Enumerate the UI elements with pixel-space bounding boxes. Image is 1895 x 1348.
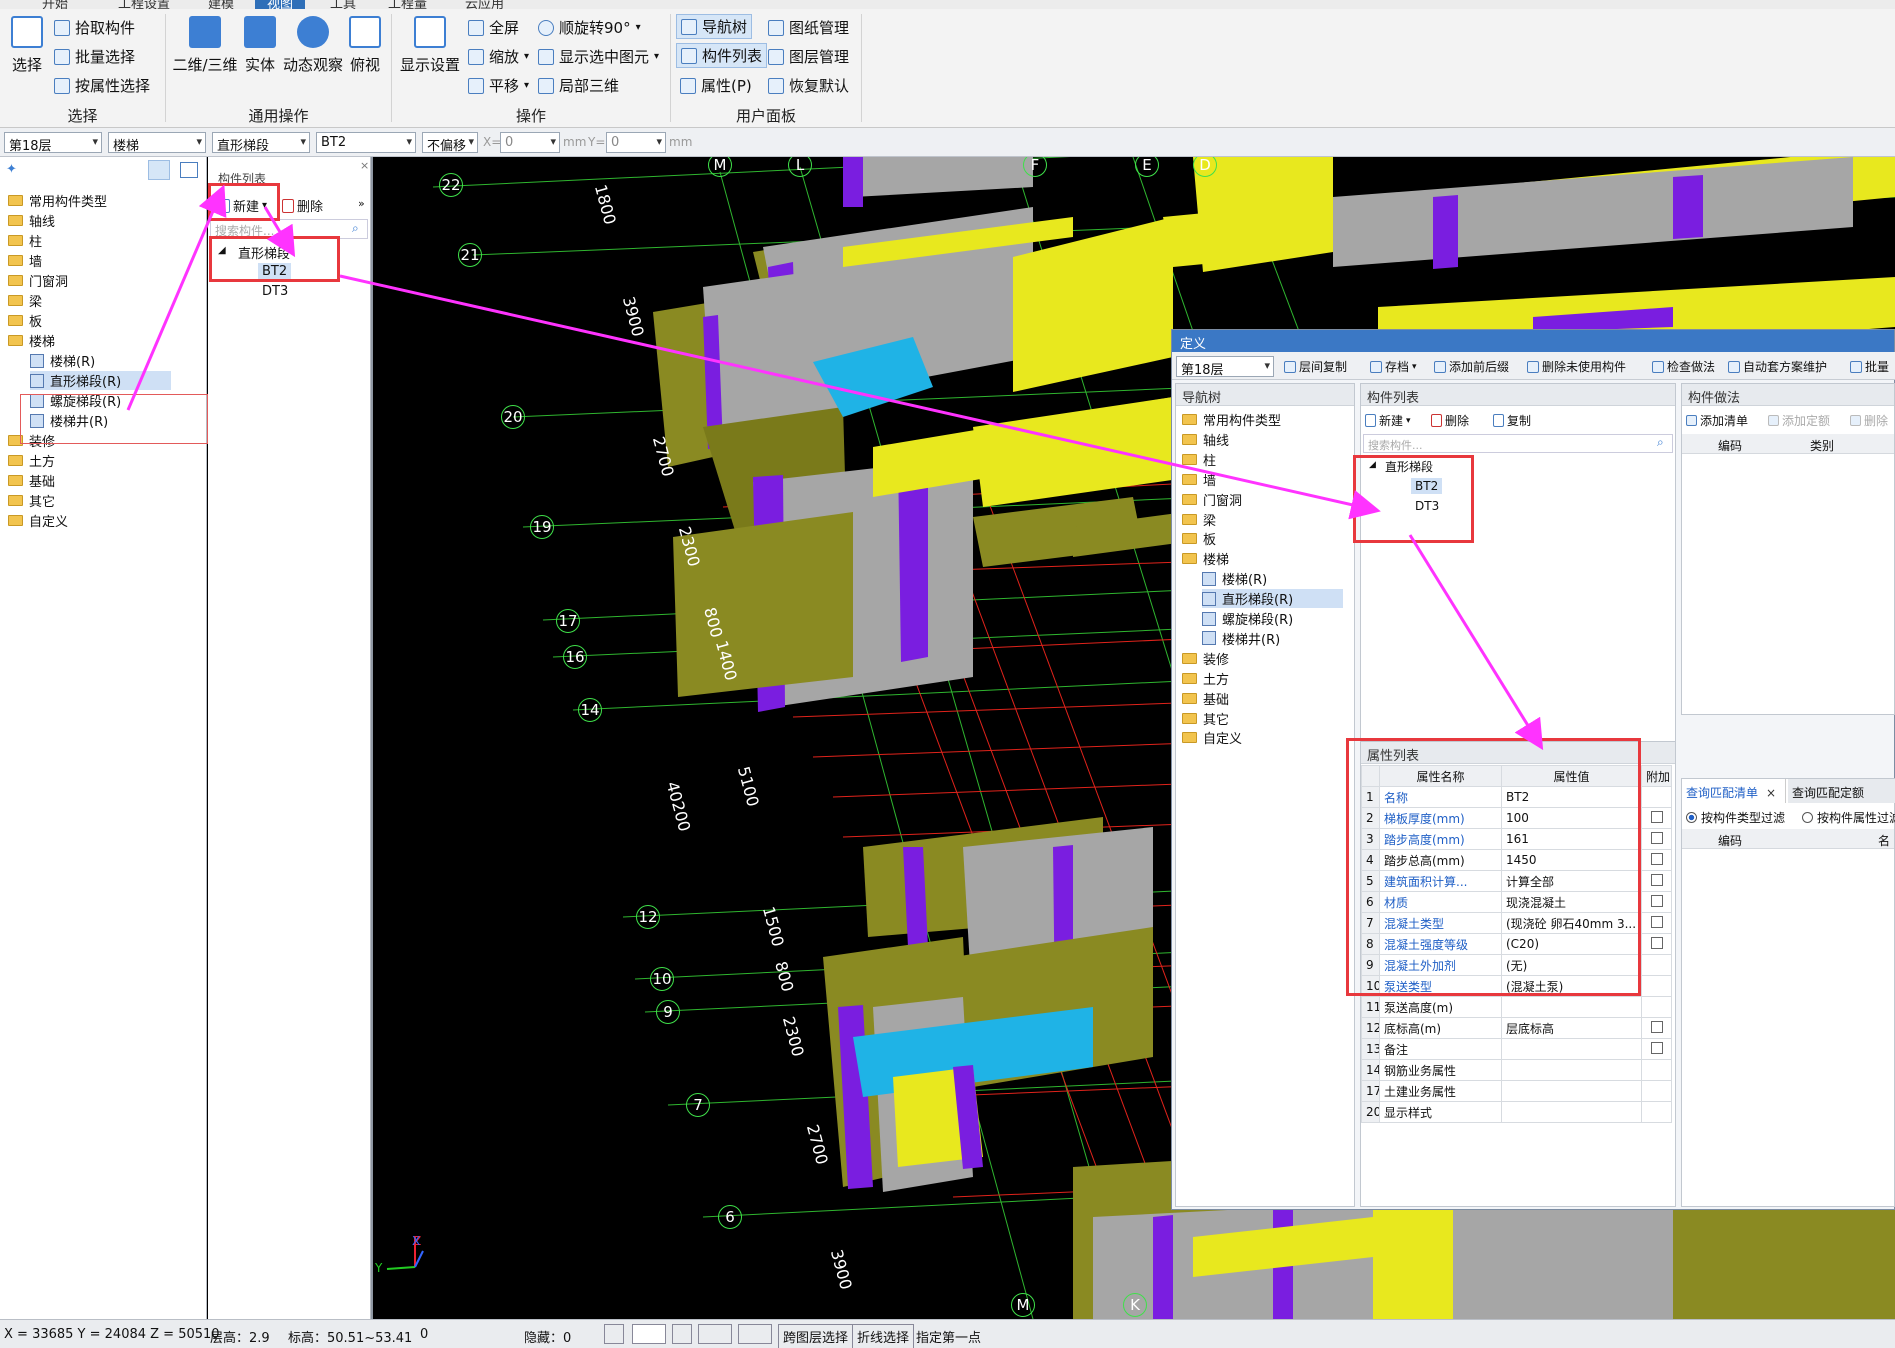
select-mode-icon[interactable] — [632, 1324, 666, 1344]
status-floor-height: 层高：2.9 — [210, 1331, 270, 1346]
snap-icon[interactable] — [604, 1324, 624, 1344]
angle-icon[interactable] — [698, 1324, 732, 1344]
arrow-item-to-dialog — [339, 274, 1381, 520]
status-hidden: 隐藏：0 — [524, 1331, 572, 1346]
arrow-new-to-item — [263, 206, 296, 258]
cross-icon[interactable] — [672, 1324, 692, 1344]
arrow-tree-to-new — [126, 184, 227, 411]
offset-icon[interactable] — [738, 1324, 772, 1344]
status-zero: 0 — [420, 1327, 429, 1342]
annotation-arrows — [126, 184, 1544, 751]
status-prompt: 指定第一点 — [916, 1331, 982, 1346]
status-bar: X = 33685 Y = 24084 Z = 50510 层高：2.9 标高：… — [0, 1319, 1895, 1348]
arrow-list-to-props — [1408, 534, 1544, 751]
status-elevation: 标高：50.51~53.41 — [288, 1331, 413, 1346]
status-coords: X = 33685 Y = 24084 Z = 50510 — [4, 1327, 220, 1342]
polyline-select-button[interactable]: 折线选择 — [852, 1324, 915, 1348]
cross-layer-select-button[interactable]: 跨图层选择 — [778, 1324, 854, 1348]
